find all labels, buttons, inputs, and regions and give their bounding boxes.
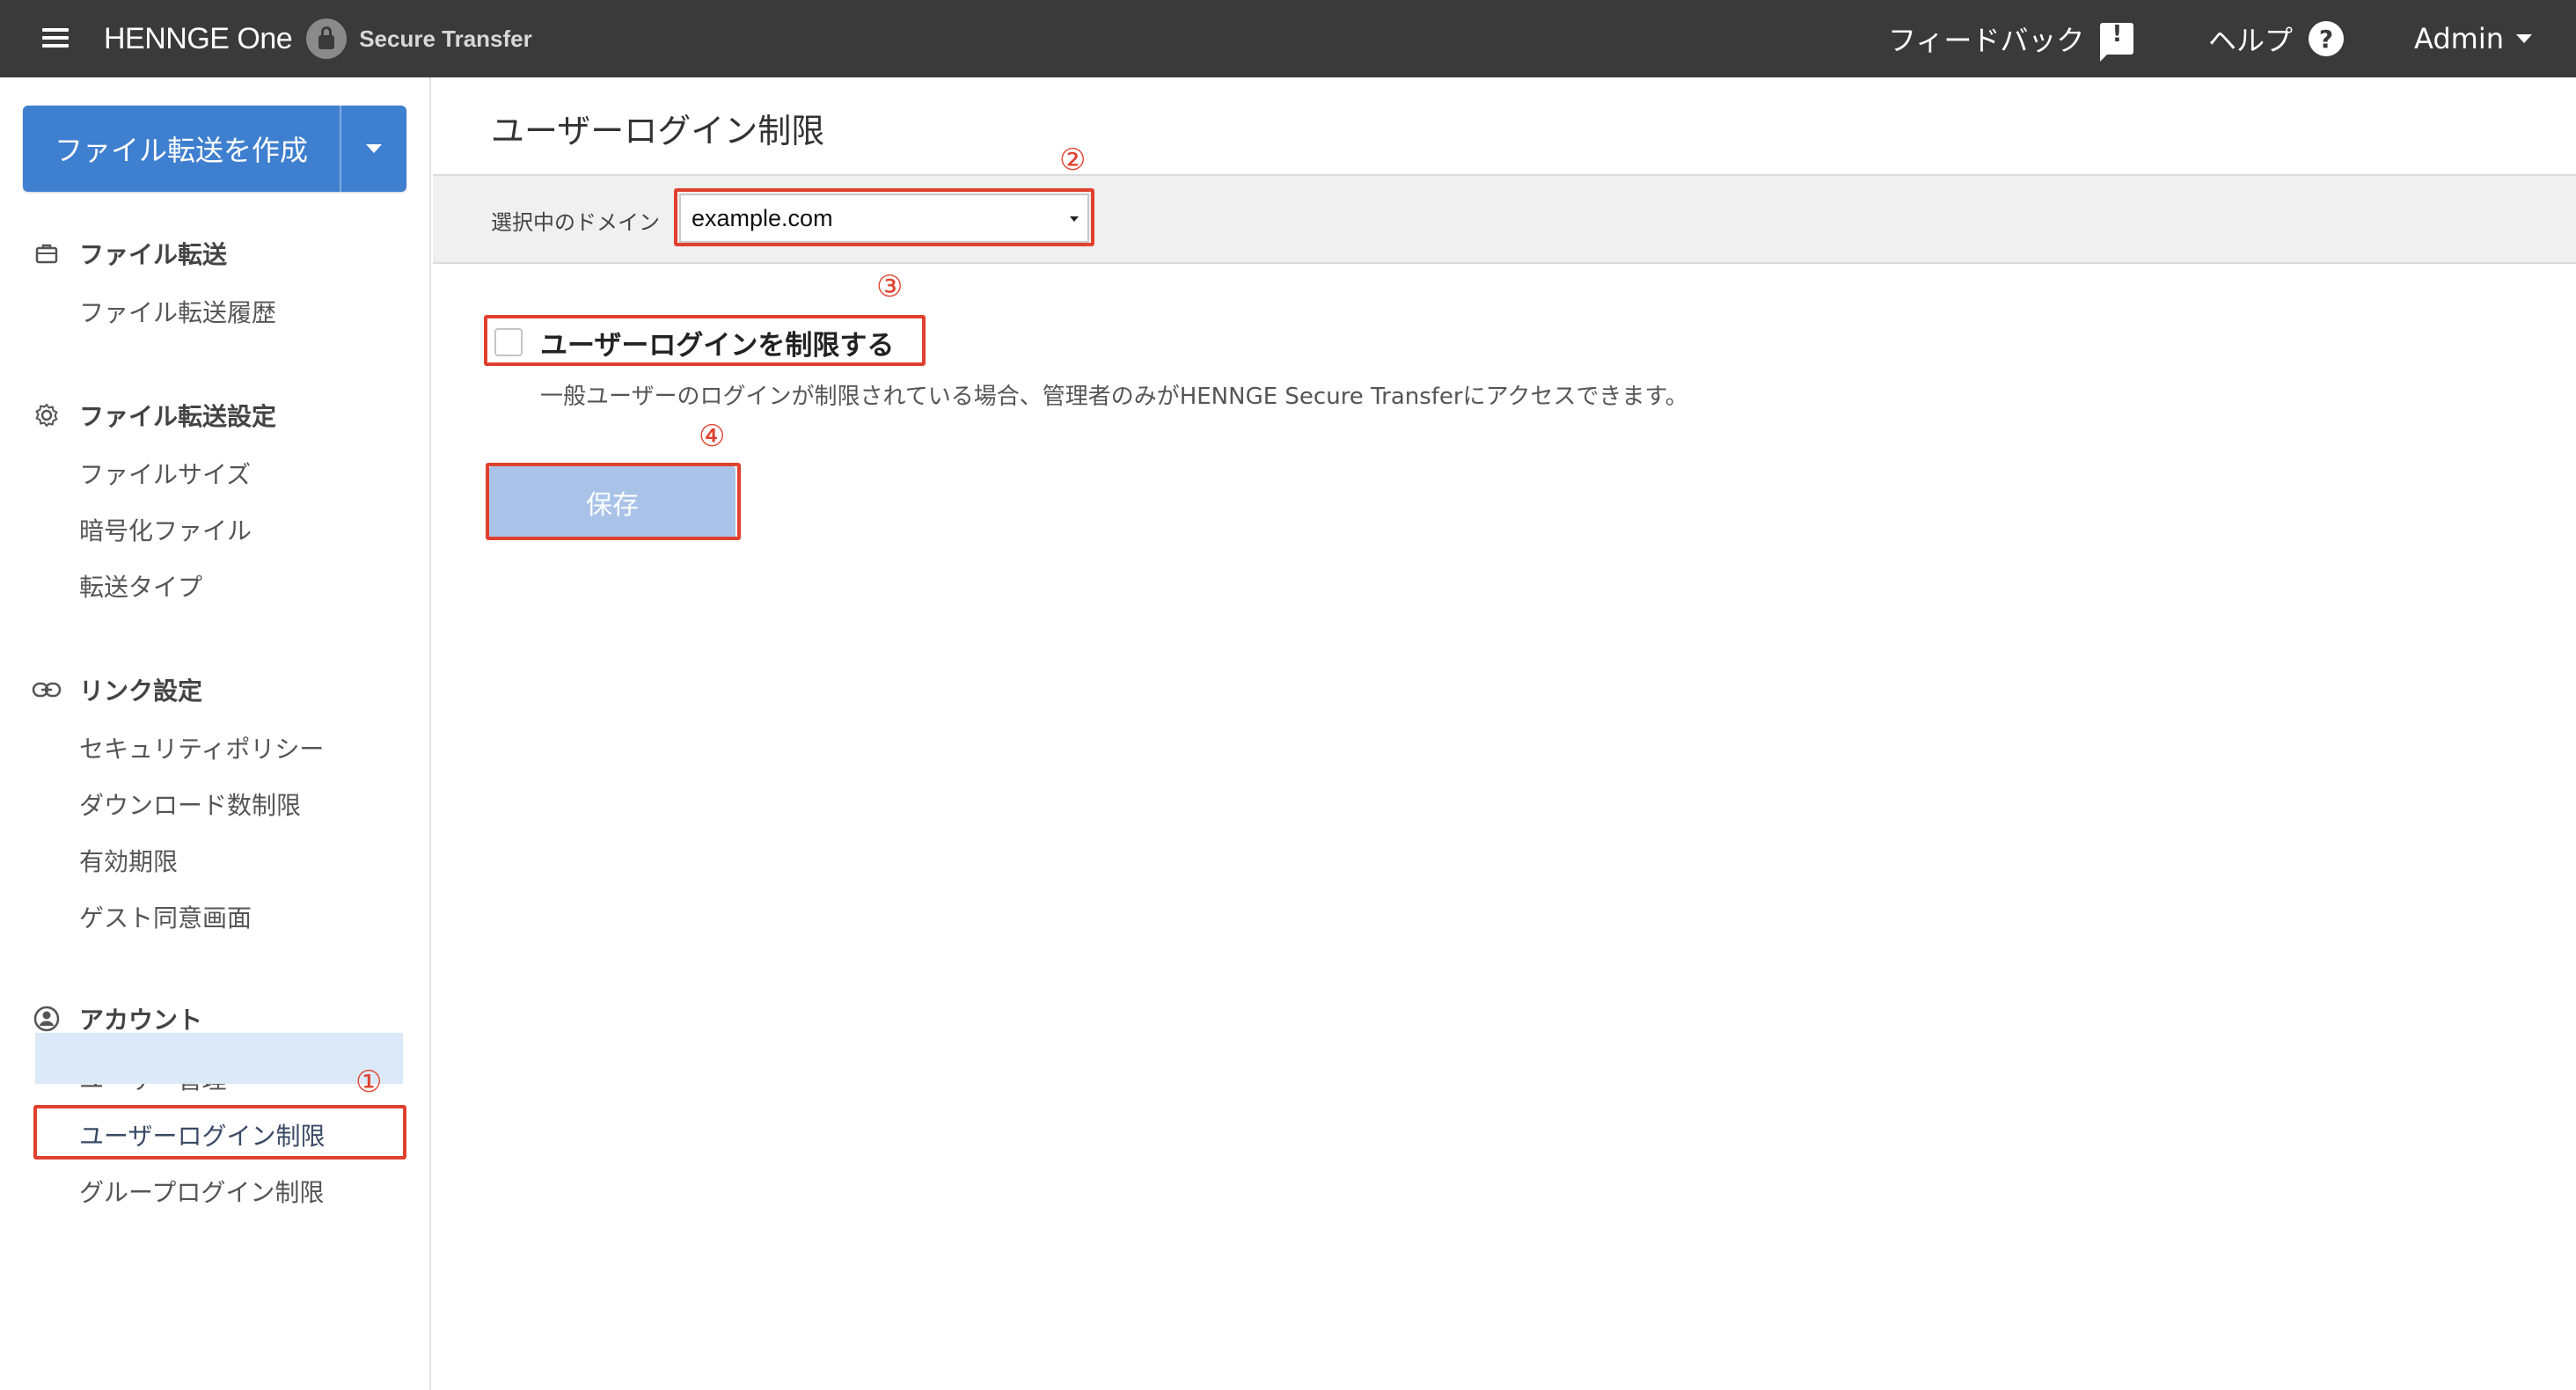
sidebar-item-file-size[interactable]: ファイルサイズ [79, 456, 251, 491]
section-account: アカウント [32, 1001, 202, 1036]
feedback-button[interactable]: フィードバック [1888, 18, 2134, 62]
help-label: ヘルプ [2208, 24, 2294, 57]
active-nav-highlight [35, 1033, 403, 1084]
link-icon [32, 675, 62, 705]
chevron-down-icon [366, 144, 382, 153]
section-title: ファイル転送 [79, 240, 228, 269]
help-button[interactable]: ヘルプ ? [2208, 18, 2345, 60]
domain-label: 選択中のドメイン [491, 209, 660, 235]
create-transfer-button[interactable]: ファイル転送を作成 [23, 106, 341, 192]
admin-label: Admin [2414, 22, 2504, 55]
brand[interactable]: HENNGE One Secure Transfer [104, 18, 532, 60]
section-title: リンク設定 [79, 677, 203, 706]
sidebar-item-transfer-history[interactable]: ファイル転送履歴 [79, 294, 276, 329]
briefcase-icon [32, 238, 62, 268]
sidebar-item-transfer-type[interactable]: 転送タイプ [79, 568, 202, 604]
annotation-number-4: ④ [699, 419, 726, 454]
section-transfer-settings: ファイル転送設定 [32, 398, 276, 433]
sidebar-item-group-login-restriction[interactable]: グループログイン制限 [79, 1174, 324, 1209]
account-circle-icon [32, 1004, 62, 1034]
sidebar-item-guest-consent[interactable]: ゲスト同意画面 [79, 899, 252, 934]
section-title: アカウント [79, 1006, 203, 1035]
annotation-number-3: ③ [876, 269, 904, 304]
sidebar-item-security-policy[interactable]: セキュリティポリシー [79, 730, 324, 765]
feedback-icon [2100, 21, 2134, 62]
annotation-number-1: ① [355, 1064, 383, 1100]
section-link-settings: リンク設定 [32, 672, 202, 707]
chevron-down-icon [2515, 34, 2532, 43]
sidebar-item-expiration[interactable]: 有効期限 [79, 843, 178, 878]
admin-menu[interactable]: Admin [2414, 18, 2532, 60]
section-title: ファイル転送設定 [79, 402, 277, 431]
annotation-box-2 [674, 188, 1094, 246]
create-transfer-button-group: ファイル転送を作成 [23, 106, 406, 192]
brand-name: HENNGE One [104, 21, 293, 55]
section-file-transfer: ファイル転送 [32, 236, 227, 271]
restriction-description: 一般ユーザーのログインが制限されている場合、管理者のみがHENNGE Secur… [540, 383, 1688, 410]
annotation-box-4 [486, 463, 741, 540]
sidebar-item-encrypted-file[interactable]: 暗号化ファイル [79, 512, 252, 547]
annotation-number-2: ② [1059, 143, 1087, 178]
secure-transfer-logo-icon [306, 18, 348, 59]
gear-icon [32, 400, 62, 430]
feedback-label: フィードバック [1888, 24, 2085, 57]
annotation-box-3 [484, 315, 926, 366]
top-header: HENNGE One Secure Transfer フィードバック ヘルプ ?… [0, 0, 2576, 77]
sidebar-item-download-limit[interactable]: ダウンロード数制限 [79, 786, 301, 822]
annotation-box-1 [33, 1105, 406, 1160]
product-name: Secure Transfer [359, 25, 532, 52]
create-transfer-dropdown[interactable] [341, 106, 406, 192]
help-icon: ? [2309, 21, 2345, 56]
page-title: ユーザーログイン制限 [491, 112, 825, 150]
menu-icon[interactable] [42, 25, 72, 51]
